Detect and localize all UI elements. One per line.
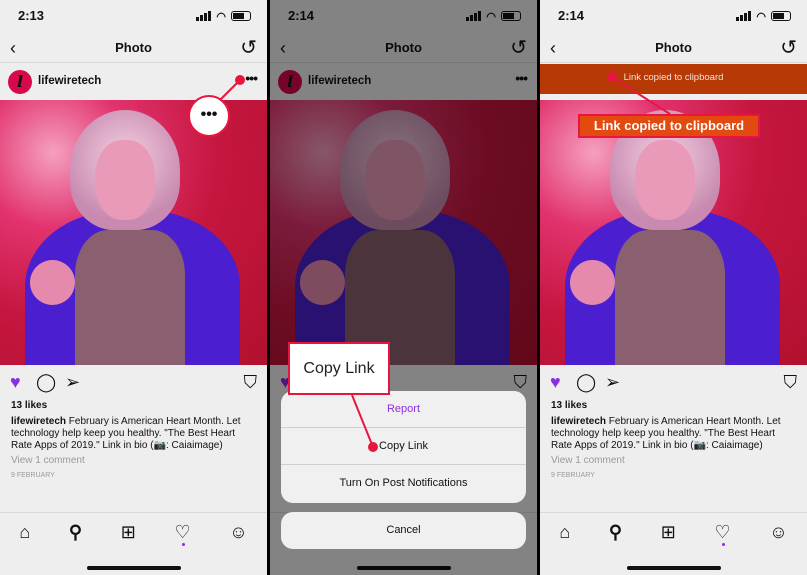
refresh-icon[interactable]: ↺ bbox=[780, 35, 797, 60]
time: 2:14 bbox=[558, 8, 585, 23]
send-icon[interactable]: ➢ bbox=[605, 372, 620, 393]
post-header: l lifewiretech ••• bbox=[0, 64, 267, 100]
view-comments-link[interactable]: View 1 comment bbox=[11, 455, 85, 466]
signal-icon bbox=[736, 11, 752, 21]
wifi-icon: ◠ bbox=[756, 10, 766, 23]
copy-link-option[interactable]: Copy Link bbox=[281, 428, 526, 465]
copied-banner: Link copied to clipboard bbox=[540, 64, 807, 94]
search-icon[interactable]: ⚲ bbox=[69, 522, 82, 543]
wifi-icon: ◠ bbox=[216, 10, 226, 23]
bookmark-icon[interactable]: ⛉ bbox=[244, 372, 258, 393]
bookmark-icon[interactable]: ⛉ bbox=[784, 372, 798, 393]
home-indicator bbox=[627, 566, 721, 570]
post-actions: ♥ ◯ ➢ ⛉ bbox=[550, 372, 797, 394]
bottom-nav: ⌂ ⚲ ⊞ ♡ ☺ bbox=[0, 512, 267, 552]
comment-icon[interactable]: ◯ bbox=[36, 372, 56, 393]
add-icon[interactable]: ⊞ bbox=[661, 522, 676, 543]
search-icon[interactable]: ⚲ bbox=[609, 522, 622, 543]
profile-icon[interactable]: ☺ bbox=[769, 522, 787, 543]
cancel-button[interactable]: Cancel bbox=[281, 512, 526, 549]
post-actions: ♥ ◯ ➢ ⛉ bbox=[10, 372, 257, 394]
post-photo bbox=[540, 100, 807, 365]
action-sheet: Report Copy Link Turn On Post Notificati… bbox=[281, 391, 526, 503]
phone-screen-1: 2:13 ◠ ‹ Photo ↺ l lifewiretech ••• ♥ ◯ … bbox=[0, 0, 267, 575]
caption-username[interactable]: lifewiretech bbox=[11, 416, 66, 427]
caption: lifewiretech February is American Heart … bbox=[11, 416, 257, 452]
callout-dot bbox=[368, 442, 378, 452]
header: ‹ Photo ↺ bbox=[0, 30, 267, 63]
more-icon[interactable]: ••• bbox=[245, 70, 258, 86]
post-photo bbox=[0, 100, 267, 365]
caption-username[interactable]: lifewiretech bbox=[551, 416, 606, 427]
report-option[interactable]: Report bbox=[281, 391, 526, 428]
post-date: 9 FEBRUARY bbox=[11, 472, 55, 479]
post-notifications-option[interactable]: Turn On Post Notifications bbox=[281, 465, 526, 502]
callout-dot bbox=[607, 72, 617, 82]
banner-callout: Link copied to clipboard bbox=[578, 114, 760, 138]
home-indicator bbox=[87, 566, 181, 570]
home-icon[interactable]: ⌂ bbox=[19, 522, 30, 543]
profile-icon[interactable]: ☺ bbox=[229, 522, 247, 543]
battery-icon bbox=[771, 11, 791, 21]
status-bar: 2:14 ◠ bbox=[558, 8, 791, 24]
heart-icon[interactable]: ♥ bbox=[550, 372, 561, 393]
page-title: Photo bbox=[655, 40, 692, 55]
likes-count[interactable]: 13 likes bbox=[11, 400, 47, 411]
more-callout: ••• bbox=[188, 95, 230, 137]
time: 2:13 bbox=[18, 8, 45, 23]
page-title: Photo bbox=[115, 40, 152, 55]
copy-link-callout: Copy Link bbox=[288, 342, 390, 395]
phone-screen-3: 2:14 ◠ ‹ Photo ↺ l lifewiretech ••• ♥ ◯ … bbox=[540, 0, 807, 575]
activity-icon[interactable]: ♡ bbox=[174, 522, 191, 546]
activity-icon[interactable]: ♡ bbox=[714, 522, 731, 546]
avatar[interactable]: l bbox=[8, 70, 32, 94]
battery-icon bbox=[231, 11, 251, 21]
callout-dot bbox=[235, 75, 245, 85]
add-icon[interactable]: ⊞ bbox=[121, 522, 136, 543]
phone-screen-2: 2:14 ◠ ‹ Photo ↺ l lifewiretech ••• ♥ ◯ … bbox=[270, 0, 537, 575]
home-icon[interactable]: ⌂ bbox=[559, 522, 570, 543]
likes-count[interactable]: 13 likes bbox=[551, 400, 587, 411]
heart-icon[interactable]: ♥ bbox=[10, 372, 21, 393]
comment-icon[interactable]: ◯ bbox=[576, 372, 596, 393]
post-date: 9 FEBRUARY bbox=[551, 472, 595, 479]
send-icon[interactable]: ➢ bbox=[65, 372, 80, 393]
signal-icon bbox=[196, 11, 212, 21]
refresh-icon[interactable]: ↺ bbox=[240, 35, 257, 60]
caption: lifewiretech February is American Heart … bbox=[551, 416, 797, 452]
status-bar: 2:13 ◠ bbox=[18, 8, 251, 24]
header: ‹ Photo ↺ bbox=[540, 30, 807, 63]
username[interactable]: lifewiretech bbox=[38, 75, 101, 87]
bottom-nav: ⌂ ⚲ ⊞ ♡ ☺ bbox=[540, 512, 807, 552]
view-comments-link[interactable]: View 1 comment bbox=[551, 455, 625, 466]
